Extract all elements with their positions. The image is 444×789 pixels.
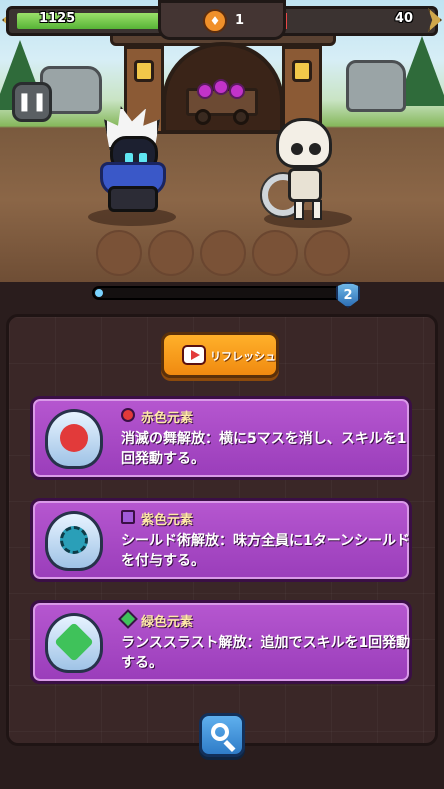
card-description: シールド術解放：味方全員に1ターンシールドを付与する。 xyxy=(121,533,411,569)
skill-slot xyxy=(304,230,350,276)
player-hp-value: 1125 xyxy=(39,11,76,26)
skeleton-enemy xyxy=(262,118,352,222)
card-title: 緑色元素 xyxy=(141,615,194,630)
search-icon xyxy=(211,723,229,741)
card-title: 紫色元素 xyxy=(141,513,194,528)
ore-cart xyxy=(186,79,258,125)
video-play-icon xyxy=(182,345,206,365)
enemy-hp-bar: 40 xyxy=(266,6,438,36)
dragon-icon xyxy=(45,409,103,469)
round-value: 1 xyxy=(235,13,245,28)
card-description: 消滅の舞解放：横に5マスを消し、スキルを1回発動する。 xyxy=(121,431,407,467)
fire-shield-icon: ♦ xyxy=(203,9,227,33)
skill-card-green[interactable]: 緑色元素 ランススラスト解放：追加でスキルを1回発動する。 xyxy=(30,600,412,684)
stage-progress-bar xyxy=(92,286,350,300)
stage-progress-fill xyxy=(95,289,103,297)
skill-slot xyxy=(96,230,142,276)
skill-slot xyxy=(252,230,298,276)
hero-character xyxy=(86,106,176,216)
card-description: ランススラスト解放：追加でスキルを1回発動する。 xyxy=(121,635,411,671)
refresh-button-label: リフレッシュ xyxy=(210,350,276,363)
pause-button[interactable]: ❚❚ xyxy=(12,82,52,122)
battle-scene: ❚❚ xyxy=(0,0,444,282)
shield-rune-icon xyxy=(45,511,103,571)
enemy-hp-value: 40 xyxy=(394,11,413,26)
refresh-button[interactable]: リフレッシュ xyxy=(161,332,279,378)
skill-card-red[interactable]: 赤色元素 消滅の舞解放：横に5マスを消し、スキルを1回発動する。 xyxy=(30,396,412,480)
lance-icon xyxy=(45,613,103,673)
level-badge: 2 xyxy=(336,282,360,308)
search-button[interactable] xyxy=(199,713,245,757)
round-indicator: ♦ 1 xyxy=(158,0,286,40)
hud: 1125 40 ♦ 1 xyxy=(0,0,444,42)
rock xyxy=(346,60,406,112)
card-title: 赤色元素 xyxy=(141,411,194,426)
skill-slot xyxy=(200,230,246,276)
skill-card-purple[interactable]: 紫色元素 シールド術解放：味方全員に1ターンシールドを付与する。 xyxy=(30,498,412,582)
skill-slot xyxy=(148,230,194,276)
